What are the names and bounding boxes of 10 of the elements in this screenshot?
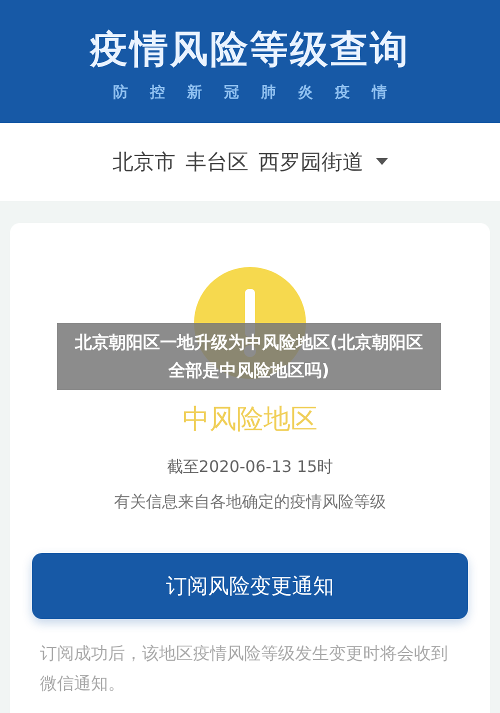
source-note: 有关信息来自各地确定的疫情风险等级 — [114, 492, 386, 513]
risk-level: 中风险地区 — [182, 403, 318, 437]
update-time: 截至2020-06-13 15时 — [166, 457, 334, 478]
page-title: 疫情风险等级查询 — [90, 26, 410, 73]
subscribe-button[interactable]: 订阅风险变更通知 — [32, 553, 468, 619]
location-selector[interactable]: 北京市 丰台区 西罗园街道 — [0, 123, 500, 201]
overlay-caption: 北京朝阳区一地升级为中风险地区(北京朝阳区全部是中风险地区吗) — [57, 323, 441, 390]
subscribe-note: 订阅成功后，该地区疫情风险等级发生变更时将会收到微信通知。 — [40, 643, 449, 696]
page-subtitle: 防控新冠肺炎疫情 — [113, 83, 409, 102]
caret-icon — [376, 158, 388, 166]
